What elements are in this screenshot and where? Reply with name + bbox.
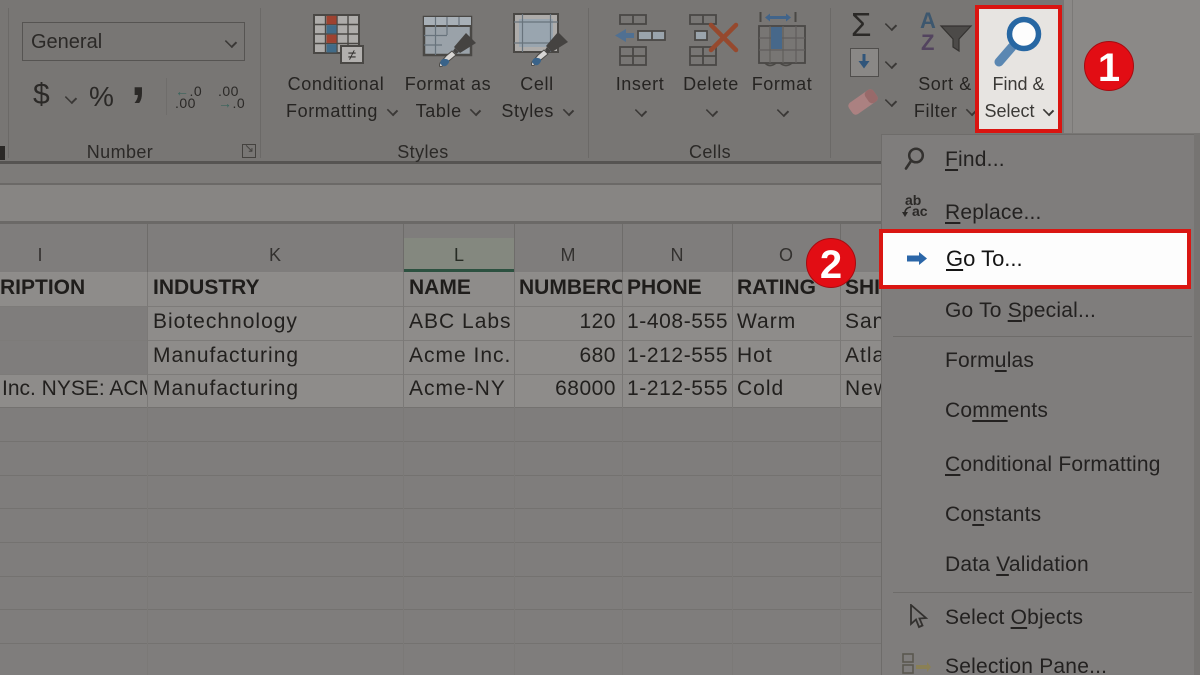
svg-text:≠: ≠ xyxy=(348,47,356,64)
